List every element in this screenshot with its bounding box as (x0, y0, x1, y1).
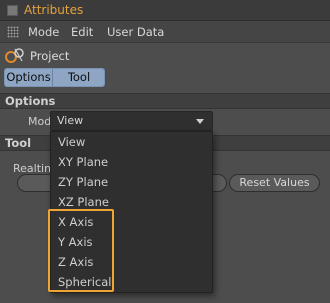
project-label: Project (30, 49, 70, 63)
option-xz-plane[interactable]: XZ Plane (58, 195, 109, 209)
panel-icon (7, 5, 18, 16)
highlight-box (48, 209, 114, 292)
project-icon (5, 48, 24, 63)
grip-icon[interactable] (7, 26, 19, 38)
tab-options[interactable]: Options (5, 69, 53, 86)
option-xy-plane[interactable]: XY Plane (58, 155, 108, 169)
reset-values-button[interactable]: Reset Values (229, 174, 320, 192)
mode-tabs: Options Tool (4, 68, 105, 87)
options-section-label: Options (5, 94, 56, 108)
option-zy-plane[interactable]: ZY Plane (58, 175, 108, 189)
tool-section-label: Tool (5, 136, 32, 150)
menu-user-data[interactable]: User Data (107, 25, 164, 39)
menu-mode[interactable]: Mode (28, 25, 59, 39)
option-view[interactable]: View (58, 135, 85, 149)
reset-values-label: Reset Values (239, 176, 310, 189)
mode-select-value: View (57, 114, 84, 127)
menu-edit[interactable]: Edit (71, 25, 93, 39)
chevron-down-icon (196, 119, 204, 124)
window-title: Attributes (24, 3, 84, 17)
tab-tool[interactable]: Tool (53, 69, 104, 86)
